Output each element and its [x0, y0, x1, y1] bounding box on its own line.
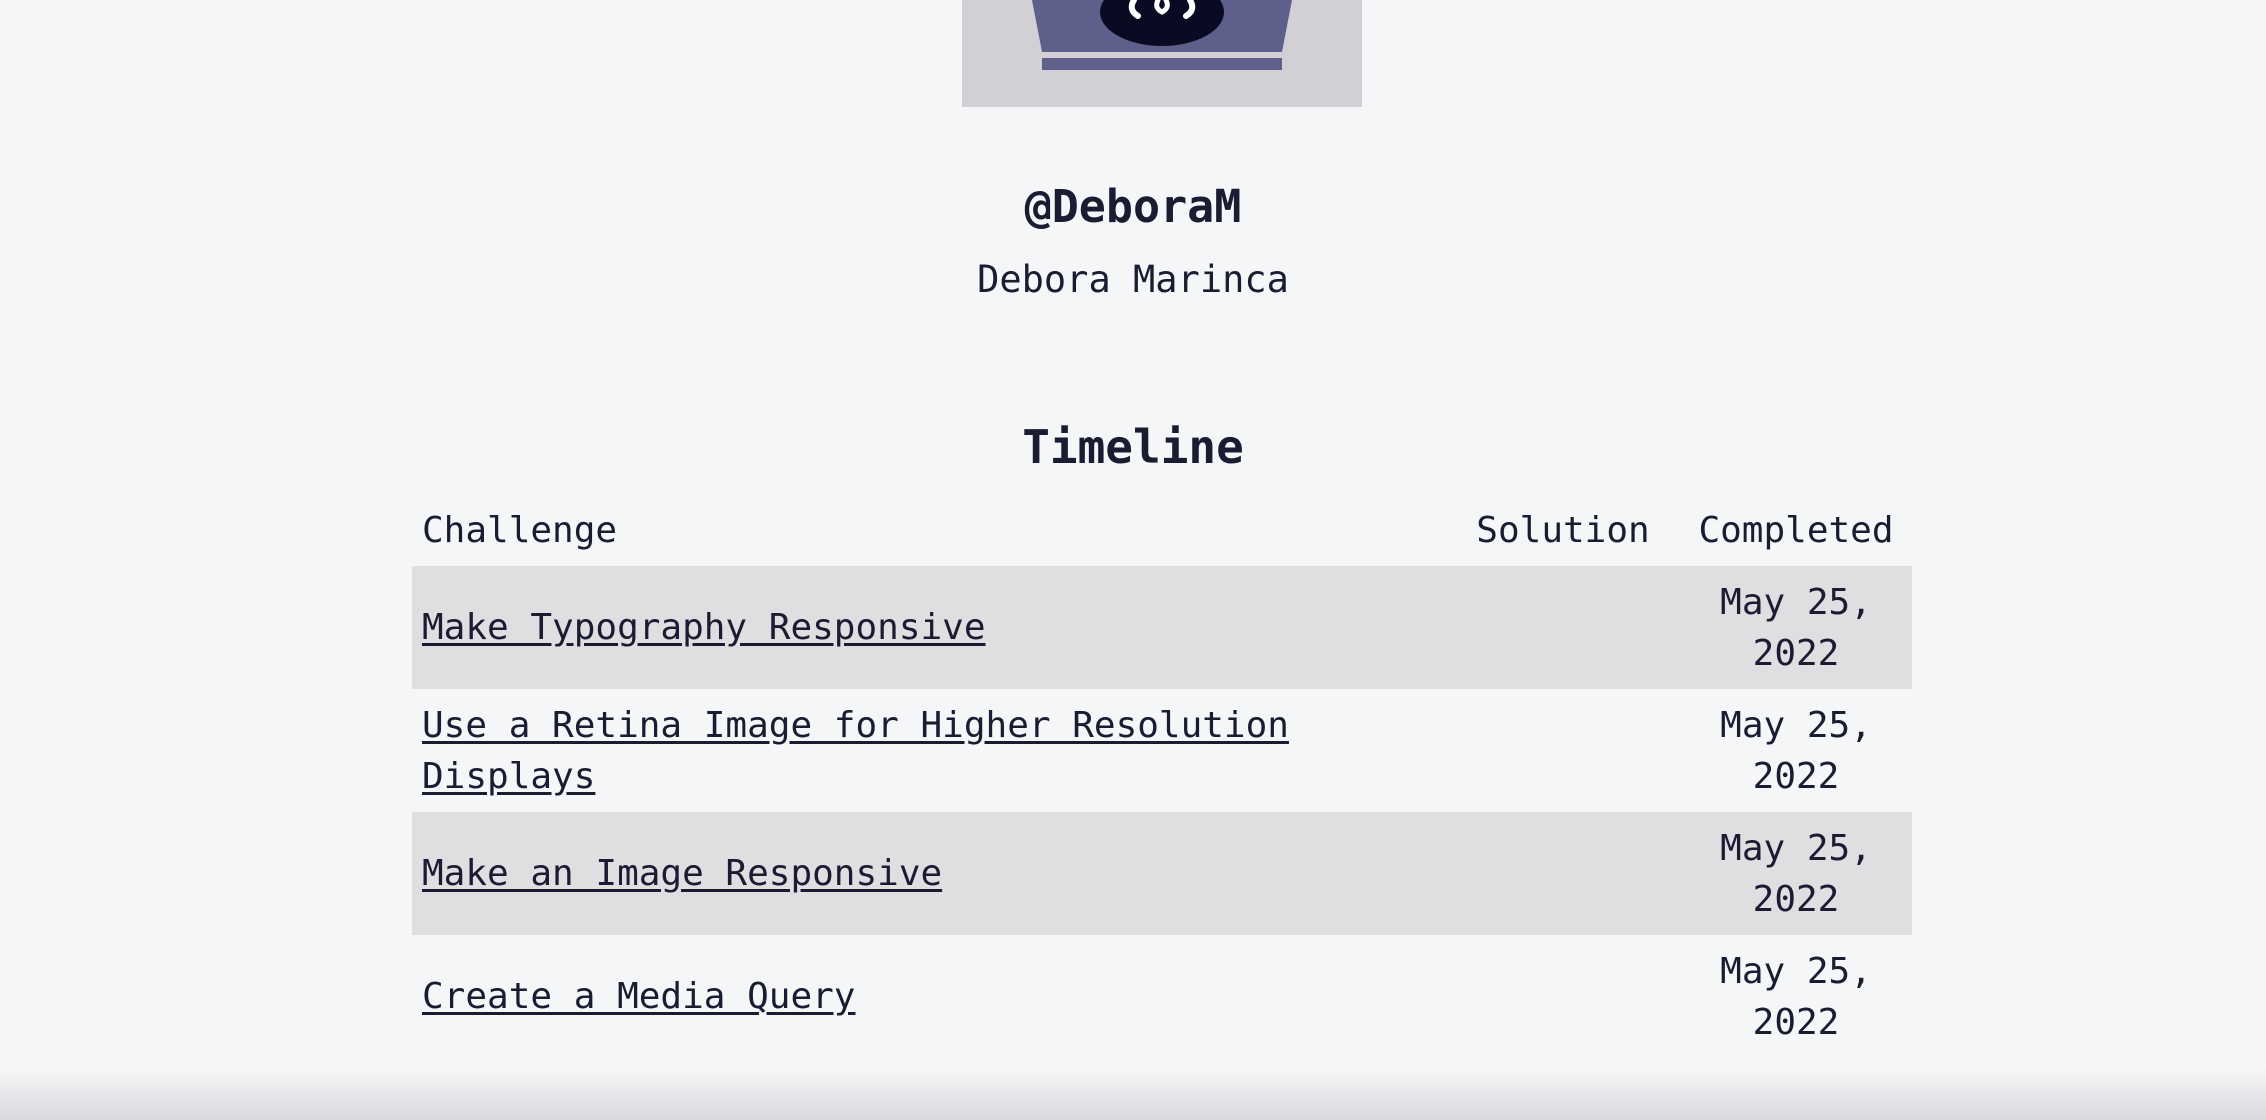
challenge-link[interactable]: Make an Image Responsive — [422, 853, 942, 894]
completed-date-line2: 2022 — [1752, 878, 1840, 920]
completed-date-line2: 2022 — [1752, 755, 1840, 797]
column-header-challenge: Challenge — [422, 510, 618, 551]
column-header-completed: Completed — [1698, 510, 1894, 551]
timeline-header-row: Challenge Solution Completed — [412, 495, 1912, 566]
challenge-link[interactable]: Make Typography Responsive — [422, 607, 986, 648]
challenge-cell: Create a Media Query — [412, 935, 1446, 1058]
challenge-link[interactable]: Use a Retina Image for Higher Resolution… — [422, 705, 1289, 797]
solution-cell — [1446, 935, 1680, 1058]
column-header-solution: Solution — [1476, 510, 1650, 551]
table-row: Make an Image Responsive May 25, 2022 — [412, 812, 1912, 935]
completed-date-line1: May 25, — [1720, 950, 1872, 992]
completed-cell: May 25, 2022 — [1680, 566, 1912, 689]
table-row: Create a Media Query May 25, 2022 — [412, 935, 1912, 1058]
table-row: Make Typography Responsive May 25, 2022 — [412, 566, 1912, 689]
completed-date-line2: 2022 — [1752, 632, 1840, 674]
challenge-link[interactable]: Create a Media Query — [422, 976, 855, 1017]
camper-avatar-icon — [1032, 0, 1292, 70]
solution-cell — [1446, 689, 1680, 812]
challenge-cell: Make an Image Responsive — [412, 812, 1446, 935]
completed-cell: May 25, 2022 — [1680, 935, 1912, 1058]
solution-cell — [1446, 566, 1680, 689]
completed-date-line1: May 25, — [1720, 581, 1872, 623]
timeline-table: Challenge Solution Completed Make Typogr… — [412, 495, 1912, 1058]
profile-username: @DeboraM — [1024, 180, 1242, 233]
challenge-cell: Make Typography Responsive — [412, 566, 1446, 689]
solution-cell — [1446, 812, 1680, 935]
table-row: Use a Retina Image for Higher Resolution… — [412, 689, 1912, 812]
bottom-edge-shadow — [0, 1068, 2266, 1120]
completed-cell: May 25, 2022 — [1680, 812, 1912, 935]
profile-full-name: Debora Marinca — [977, 258, 1289, 301]
completed-date-line2: 2022 — [1752, 1001, 1840, 1043]
completed-cell: May 25, 2022 — [1680, 689, 1912, 812]
challenge-cell: Use a Retina Image for Higher Resolution… — [412, 689, 1446, 812]
completed-date-line1: May 25, — [1720, 827, 1872, 869]
avatar — [962, 0, 1362, 107]
completed-date-line1: May 25, — [1720, 704, 1872, 746]
timeline-heading: Timeline — [1022, 420, 1244, 474]
